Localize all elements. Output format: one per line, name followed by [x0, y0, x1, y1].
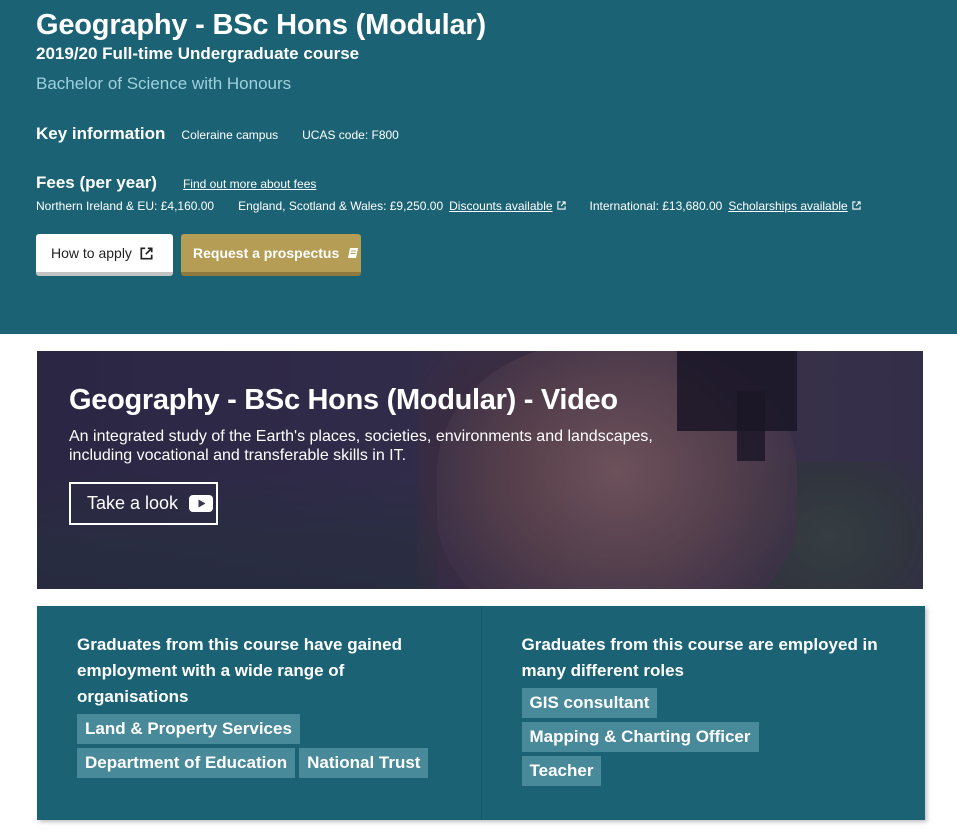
fee-ni-eu-text: Northern Ireland & EU: £4,160.00 — [36, 199, 215, 213]
role-tags: GIS consultant Mapping & Charting Office… — [521, 688, 886, 756]
page-title: Geography - BSc Hons (Modular) — [36, 9, 486, 41]
video-title: Geography - BSc Hons (Modular) - Video — [69, 384, 618, 416]
role-tags: Teacher — [521, 756, 886, 790]
graduate-outcomes: Graduates from this course have gained e… — [37, 606, 925, 820]
discounts-link-label: Discounts available — [449, 199, 553, 213]
external-link-icon — [556, 199, 566, 210]
role-tag: Mapping & Charting Officer — [521, 722, 759, 752]
how-to-apply-button[interactable]: How to apply — [36, 234, 173, 276]
employer-tags: Department of Education National Trust — [77, 748, 441, 782]
employer-tags: Land & Property Services — [77, 714, 441, 748]
employers-column: Graduates from this course have gained e… — [37, 606, 481, 820]
course-subtitle: 2019/20 Full-time Undergraduate course — [36, 44, 360, 63]
external-link-icon — [852, 199, 861, 210]
key-information-heading: Key information — [36, 124, 166, 143]
book-icon — [347, 247, 359, 259]
fees-heading-row: Fees (per year) Find out more about fees — [36, 173, 316, 193]
employer-tag: National Trust — [299, 748, 429, 778]
award-title: Bachelor of Science with Honours — [36, 74, 292, 93]
fees-more-link[interactable]: Find out more about fees — [183, 177, 316, 191]
take-a-look-label: Take a look — [87, 493, 179, 513]
employer-tag: Department of Education — [77, 748, 296, 778]
roles-heading: Graduates from this course are employed … — [521, 635, 878, 680]
campus-label: Coleraine campus — [181, 128, 279, 142]
scholarships-link-label: Scholarships available — [728, 199, 848, 213]
discounts-link[interactable]: Discounts available — [449, 199, 552, 213]
fee-international-text: International: £13,680.00 — [589, 199, 723, 213]
fee-international: International: £13,680.00 Scholarships a… — [590, 199, 861, 213]
fee-gb-text: England, Scotland & Wales: £9,250.00 — [238, 199, 444, 213]
course-video-banner: Geography - BSc Hons (Modular) - Video A… — [37, 351, 923, 589]
take-a-look-button[interactable]: Take a look — [69, 482, 218, 525]
youtube-play-icon — [189, 495, 214, 512]
role-tag: Teacher — [521, 756, 602, 786]
request-prospectus-button[interactable]: Request a prospectus — [181, 234, 361, 276]
how-to-apply-label: How to apply — [51, 245, 132, 261]
role-tag: GIS consultant — [521, 688, 658, 718]
roles-column: Graduates from this course are employed … — [480, 606, 926, 820]
course-header: Geography - BSc Hons (Modular) 2019/20 F… — [0, 0, 957, 334]
fee-ni-eu: Northern Ireland & EU: £4,160.00 — [36, 199, 214, 213]
request-prospectus-label: Request a prospectus — [193, 245, 340, 261]
employer-tag: Land & Property Services — [77, 714, 300, 744]
fees-heading: Fees (per year) — [36, 173, 157, 192]
ucas-code: UCAS code: F800 — [302, 128, 399, 142]
scholarships-link[interactable]: Scholarships available — [728, 199, 847, 213]
video-description: An integrated study of the Earth's place… — [69, 428, 653, 464]
fee-gb: England, Scotland & Wales: £9,250.00 Dis… — [238, 199, 566, 213]
employers-heading: Graduates from this course have gained e… — [77, 635, 402, 706]
fees-list: Northern Ireland & EU: £4,160.00 England… — [36, 199, 885, 213]
external-link-icon — [140, 246, 153, 260]
key-information: Key information Coleraine campus UCAS co… — [36, 124, 423, 144]
